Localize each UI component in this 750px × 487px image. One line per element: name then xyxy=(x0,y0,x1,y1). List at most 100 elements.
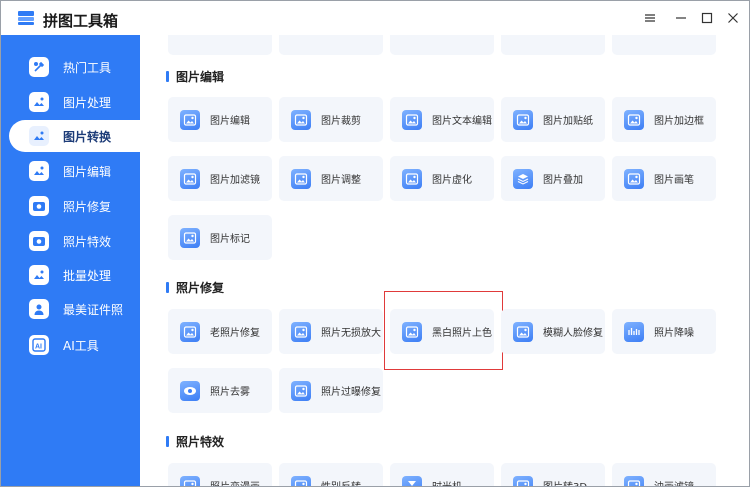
sidebar-item-batch[interactable]: 批量处理 xyxy=(9,259,140,291)
face-repair-icon xyxy=(513,321,533,342)
card-partial[interactable] xyxy=(168,35,272,55)
tool-card[interactable]: 照片去雾 xyxy=(168,368,272,413)
batch-icon xyxy=(29,265,49,285)
card-partial[interactable] xyxy=(501,35,605,55)
tool-card-label: 油画滤镜 xyxy=(654,478,694,486)
tool-card[interactable]: 图片标记 xyxy=(168,215,272,260)
section-title-text: 图片编辑 xyxy=(176,70,225,84)
sidebar-item-label: 批量处理 xyxy=(63,268,112,283)
brush-icon xyxy=(624,168,644,189)
app-logo-icon xyxy=(17,10,35,26)
tool-card-label: 图片加滤镜 xyxy=(210,175,260,186)
sidebar-item-tools[interactable]: 热门工具 xyxy=(9,51,140,83)
section-title: 照片修复 xyxy=(166,279,224,296)
tool-card[interactable]: 图片叠加 xyxy=(501,156,605,201)
sidebar-item-label: AI工具 xyxy=(63,338,99,353)
sidebar-item-id-photo[interactable]: 最美证件照 xyxy=(9,293,140,325)
tool-card-label: 照片降噪 xyxy=(654,328,694,339)
tools-icon xyxy=(29,57,49,77)
card-partial[interactable] xyxy=(279,35,383,55)
sidebar-item-image-convert[interactable]: 图片转换 xyxy=(9,120,140,152)
tool-card[interactable]: 图片加滤镜 xyxy=(168,156,272,201)
blur-icon xyxy=(402,168,422,189)
tool-card[interactable]: 照片变漫画 xyxy=(168,463,272,486)
frame-icon xyxy=(624,109,644,130)
tool-card[interactable]: 照片无损放大 xyxy=(279,309,383,354)
section-title: 照片特效 xyxy=(166,433,224,450)
tool-card-label: 照片变漫画 xyxy=(210,478,260,486)
tool-card-label: 图片标记 xyxy=(210,234,250,245)
tool-card-label: 图片叠加 xyxy=(543,175,583,186)
title-bar: 拼图工具箱 xyxy=(1,1,749,35)
3d-icon xyxy=(513,475,533,486)
sidebar-item-label: 照片特效 xyxy=(63,234,112,249)
time-machine-icon xyxy=(402,475,422,486)
menu-icon[interactable] xyxy=(641,9,659,27)
sidebar-item-label: 图片转换 xyxy=(63,129,112,144)
tool-card[interactable]: 性别反转 xyxy=(279,463,383,486)
sidebar-item-label: 照片修复 xyxy=(63,199,112,214)
sidebar-item-image[interactable]: 图片处理 xyxy=(9,86,140,118)
id-photo-icon xyxy=(29,299,49,319)
tool-card-label: 照片去雾 xyxy=(210,387,250,398)
tool-card-label: 图片文本编辑 xyxy=(432,116,492,127)
tool-card[interactable]: 油画滤镜 xyxy=(612,463,716,486)
highlight-box xyxy=(384,291,503,370)
old-photo-icon xyxy=(180,321,200,342)
card-partial[interactable] xyxy=(390,35,494,55)
tool-card[interactable]: 模糊人脸修复 xyxy=(501,309,605,354)
section-accent-bar xyxy=(166,71,169,82)
sidebar-item-photo-repair[interactable]: 照片修复 xyxy=(9,190,140,222)
sidebar: 热门工具 图片处理图片转换图片编辑照片修复照片特效批量处理最美证件照 AI AI工具 xyxy=(1,35,140,486)
tool-card[interactable]: 图片虚化 xyxy=(390,156,494,201)
tool-card[interactable]: 老照片修复 xyxy=(168,309,272,354)
tool-card-label: 时光机 xyxy=(432,478,462,486)
maximize-icon[interactable] xyxy=(698,9,716,27)
sidebar-item-photo-effect[interactable]: 照片特效 xyxy=(9,225,140,257)
tool-card[interactable]: 时光机 xyxy=(390,463,494,486)
sidebar-item-label: 最美证件照 xyxy=(63,302,124,317)
tool-card[interactable]: 图片裁剪 xyxy=(279,97,383,142)
crop-icon xyxy=(291,109,311,130)
sticker-icon xyxy=(513,109,533,130)
tool-card-label: 图片调整 xyxy=(321,175,361,186)
section-accent-bar xyxy=(166,282,169,293)
tool-card-label: 图片画笔 xyxy=(654,175,694,186)
tool-card[interactable]: 照片降噪 xyxy=(612,309,716,354)
card-partial[interactable] xyxy=(612,35,716,55)
photo-repair-icon xyxy=(29,196,49,216)
enlarge-icon xyxy=(291,321,311,342)
tool-card[interactable]: 图片编辑 xyxy=(168,97,272,142)
section-accent-bar xyxy=(166,436,169,447)
sidebar-item-image-edit[interactable]: 图片编辑 xyxy=(9,155,140,187)
close-icon[interactable] xyxy=(724,9,742,27)
tool-card[interactable]: 图片转3D xyxy=(501,463,605,486)
cartoon-icon xyxy=(180,475,200,486)
section-title-text: 照片修复 xyxy=(176,281,225,295)
tool-card[interactable]: 图片加贴纸 xyxy=(501,97,605,142)
section-title: 图片编辑 xyxy=(166,68,224,85)
tool-card-label: 图片转3D xyxy=(543,478,587,486)
section-title-text: 照片特效 xyxy=(176,435,225,449)
tool-card-label: 图片加贴纸 xyxy=(543,116,593,127)
tool-card[interactable]: 图片文本编辑 xyxy=(390,97,494,142)
tool-card-label: 性别反转 xyxy=(321,478,361,486)
tool-card[interactable]: 图片调整 xyxy=(279,156,383,201)
photo-effect-icon xyxy=(29,231,49,251)
dehaze-icon xyxy=(180,380,200,401)
image-icon xyxy=(29,92,49,112)
tool-card[interactable]: 图片画笔 xyxy=(612,156,716,201)
tool-card-label: 图片虚化 xyxy=(432,175,472,186)
filter-icon xyxy=(180,168,200,189)
adjust-icon xyxy=(291,168,311,189)
tool-card-label: 照片无损放大 xyxy=(321,328,381,339)
app-window: 拼图工具箱 热门工具 图片处理 图片转换 图片编辑 照片修复 照片特效 批量处理 最美证件照 A… xyxy=(0,0,750,487)
gender-icon xyxy=(291,475,311,486)
tool-card[interactable]: 图片加边框 xyxy=(612,97,716,142)
marker-icon xyxy=(180,227,200,248)
tool-card-label: 图片裁剪 xyxy=(321,116,361,127)
tool-card[interactable]: 照片过曝修复 xyxy=(279,368,383,413)
minimize-icon[interactable] xyxy=(672,9,690,27)
oil-paint-icon xyxy=(624,475,644,486)
sidebar-item-ai[interactable]: AI AI工具 xyxy=(9,329,140,361)
